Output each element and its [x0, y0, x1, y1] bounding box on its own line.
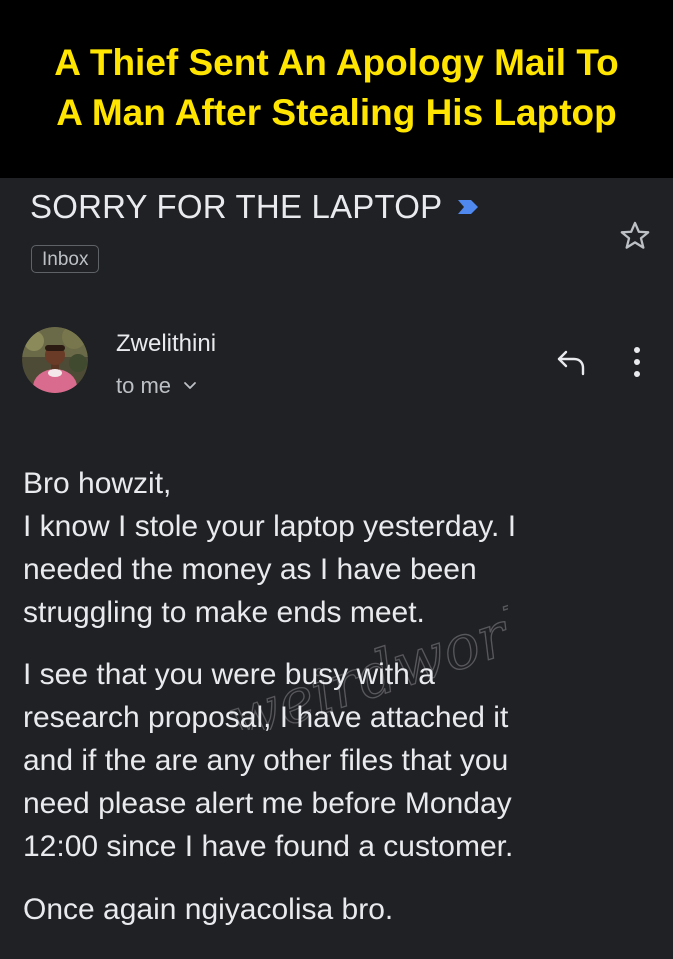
recipient-label: to me — [116, 373, 172, 398]
body-line: Once again ngiyacolisa bro. — [23, 893, 394, 926]
body-line: struggling to make ends meet. — [23, 596, 425, 629]
headline-line-2: A Man After Stealing His Laptop — [56, 92, 617, 133]
email-paragraph-2: I see that you were busy with a research… — [23, 653, 653, 868]
reply-icon[interactable] — [556, 348, 586, 376]
body-line: I see that you were busy with a — [23, 658, 435, 691]
chevron-down-icon — [184, 382, 196, 389]
headline-banner: A Thief Sent An Apology Mail To A Man Af… — [0, 0, 673, 178]
avatar[interactable] — [22, 327, 88, 393]
email-subject: SORRY FOR THE LAPTOP — [30, 188, 443, 225]
email-paragraph-3: Once again ngiyacolisa bro. — [23, 888, 653, 931]
body-line: Bro howzit, — [23, 467, 172, 500]
body-line: 12:00 since I have found a customer. — [23, 830, 514, 863]
inbox-label-chip[interactable]: Inbox — [31, 245, 100, 273]
body-line: research proposal, I have attached it — [23, 701, 509, 734]
email-subject-row: SORRY FOR THE LAPTOP — [30, 184, 480, 230]
more-vert-icon[interactable] — [630, 345, 644, 379]
body-line: I know I stole your laptop yesterday. I — [23, 510, 517, 543]
body-line: and if the are any other files that you — [23, 744, 509, 777]
headline-title: A Thief Sent An Apology Mail To A Man Af… — [0, 38, 673, 138]
star-icon[interactable] — [618, 219, 652, 253]
email-paragraph-1: Bro howzit, I know I stole your laptop y… — [23, 462, 653, 634]
email-body: Bro howzit, I know I stole your laptop y… — [23, 462, 653, 931]
recipient-details-toggle[interactable]: to me — [116, 373, 197, 399]
body-line: needed the money as I have been — [23, 553, 477, 586]
importance-marker-icon[interactable] — [456, 198, 480, 216]
body-line: need please alert me before Monday — [23, 787, 512, 820]
sender-name[interactable]: Zwelithini — [116, 330, 216, 358]
headline-line-1: A Thief Sent An Apology Mail To — [54, 42, 619, 83]
